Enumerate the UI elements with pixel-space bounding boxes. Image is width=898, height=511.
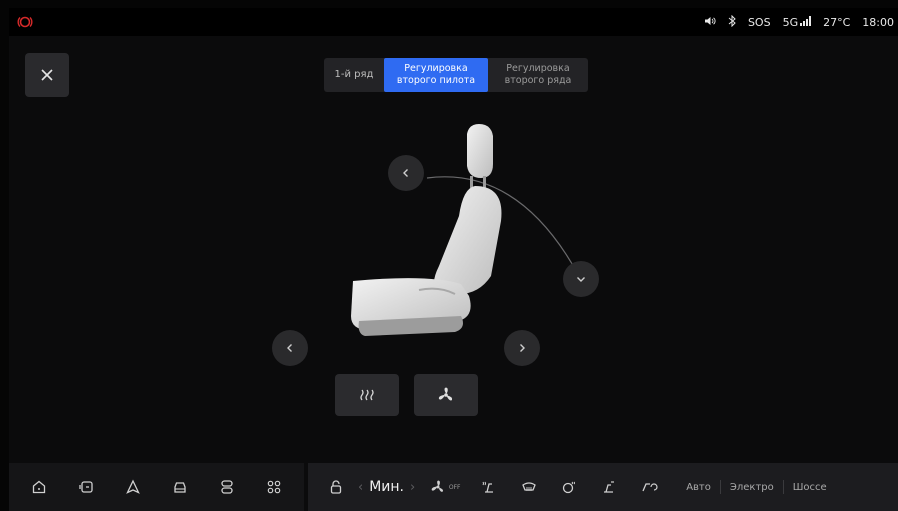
mode-highway-button[interactable]: Шоссе: [784, 475, 836, 499]
seat-backrest: [434, 186, 502, 294]
fan-speed-control: ‹ Мин. ›: [358, 479, 415, 495]
seat-heat-button[interactable]: [335, 374, 399, 416]
lock-icon: [330, 480, 342, 494]
seat-fan-quick-button[interactable]: [595, 473, 623, 501]
tab-copilot-adjust[interactable]: Регулировка второго пилота: [384, 58, 488, 92]
nav-dock: [9, 463, 304, 511]
fan-speed-decrease[interactable]: ‹: [358, 480, 363, 495]
apps-icon: [268, 480, 281, 494]
media-icon: [79, 481, 93, 493]
status-bar: SOS 5G 27°C 18:00: [9, 8, 898, 36]
drive-mode-selector: Авто Электро Шоссе: [677, 475, 836, 499]
slide-forward-button[interactable]: [504, 330, 540, 366]
recline-forward-button[interactable]: [563, 261, 599, 297]
steering-heat-icon: [563, 481, 576, 494]
seat-heat-icon: [360, 389, 374, 401]
volume-icon: [704, 16, 716, 29]
climate-dock: ‹ Мин. › OFF Авто Электро Шоссе: [308, 463, 898, 511]
front-defrost-button[interactable]: [515, 473, 543, 501]
car-icon: [174, 482, 186, 493]
seat-illustration: [311, 124, 580, 357]
seat-row-tabs: 1-й ряд Регулировка второго пилота Регул…: [324, 58, 588, 92]
recline-back-button[interactable]: [388, 155, 424, 191]
settings-toggle-button[interactable]: [213, 473, 241, 501]
front-defrost-icon: [522, 482, 536, 491]
fan-speed-increase[interactable]: ›: [410, 480, 415, 495]
navigation-button[interactable]: [119, 473, 147, 501]
seat-ventilation-icon: [438, 387, 453, 401]
sos-indicator[interactable]: SOS: [748, 16, 771, 29]
bluetooth-icon: [728, 14, 736, 30]
tab-second-row-adjust[interactable]: Регулировка второго ряда: [488, 58, 588, 92]
close-icon: [41, 69, 53, 81]
car-button[interactable]: [166, 473, 194, 501]
seat-headrest: [467, 124, 493, 178]
seat-heat-quick-button[interactable]: [475, 473, 503, 501]
chevron-left-icon: [287, 344, 292, 352]
steering-heat-button[interactable]: [555, 473, 583, 501]
fan-speed-value: Мин.: [369, 479, 404, 495]
apps-button[interactable]: [260, 473, 288, 501]
fan-off-label: OFF: [448, 483, 461, 491]
lock-button[interactable]: [322, 473, 350, 501]
home-button[interactable]: [25, 473, 53, 501]
screen: SOS 5G 27°C 18:00 1-й ряд Регулировка вт…: [9, 8, 898, 511]
chevron-down-icon: [577, 277, 585, 282]
home-icon: [32, 480, 45, 494]
chevron-left-icon: [403, 169, 408, 177]
seat-ventilation-button[interactable]: [414, 374, 478, 416]
seat-heat-small-icon: [482, 481, 494, 493]
recirculation-button[interactable]: [635, 473, 663, 501]
clock: 18:00: [862, 15, 894, 29]
fan-icon: [431, 480, 443, 492]
recirculation-icon: [642, 483, 658, 492]
fan-off-button[interactable]: OFF: [425, 473, 465, 501]
chevron-right-icon: [520, 344, 525, 352]
temperature-readout: 27°C: [823, 15, 851, 29]
close-button[interactable]: [25, 53, 69, 97]
settings-toggle-icon: [221, 480, 233, 494]
seat-fan-small-icon: [604, 481, 615, 493]
network-indicator: 5G: [783, 15, 812, 29]
mode-electric-button[interactable]: Электро: [721, 475, 783, 499]
mode-auto-button[interactable]: Авто: [677, 475, 720, 499]
slide-back-button[interactable]: [272, 330, 308, 366]
navigation-icon: [126, 479, 140, 494]
tab-first-row[interactable]: 1-й ряд: [324, 58, 384, 92]
brake-warning-icon: [17, 16, 33, 28]
media-button[interactable]: [72, 473, 100, 501]
bottom-bar: ‹ Мин. › OFF Авто Электро Шоссе: [9, 463, 898, 511]
